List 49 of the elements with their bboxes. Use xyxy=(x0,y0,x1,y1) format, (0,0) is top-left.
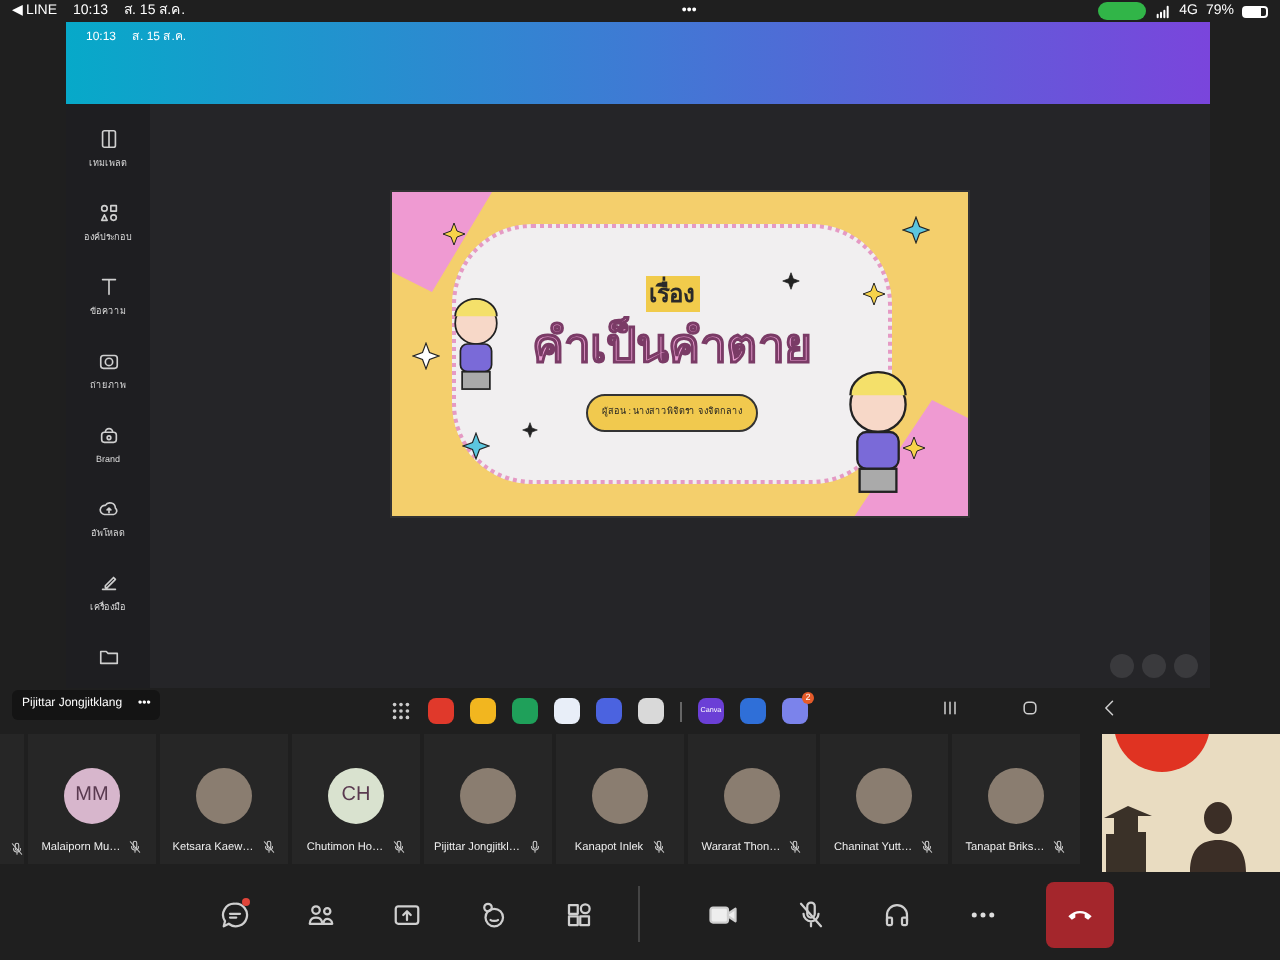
phone-icon xyxy=(1066,905,1094,922)
people-icon[interactable] xyxy=(306,899,336,929)
cloud-upload-icon[interactable] xyxy=(97,498,119,520)
avatar-circle xyxy=(196,767,252,824)
star-icon xyxy=(782,272,800,290)
app-icon[interactable] xyxy=(470,698,496,724)
signal-icon xyxy=(1153,3,1172,19)
mic-off-icon[interactable] xyxy=(796,899,826,929)
star-icon xyxy=(862,282,886,306)
text-icon[interactable] xyxy=(97,276,119,298)
app-icon[interactable] xyxy=(638,698,664,724)
star-icon xyxy=(522,422,538,438)
person-silhouette xyxy=(1190,802,1246,872)
headphones-icon[interactable] xyxy=(882,899,912,929)
star-icon xyxy=(902,216,930,244)
apps-icon[interactable] xyxy=(564,899,594,929)
hang-up-button[interactable] xyxy=(1046,881,1114,947)
corner-shape xyxy=(392,192,492,292)
slide-title: คำเป็นคำตาย xyxy=(532,320,812,379)
sun-shape xyxy=(1114,734,1210,772)
participant-tile[interactable] xyxy=(0,734,24,864)
share-screen-icon[interactable] xyxy=(392,899,422,929)
home-icon[interactable] xyxy=(1020,698,1040,718)
camera-icon[interactable] xyxy=(97,350,119,372)
star-icon xyxy=(442,222,466,246)
star-icon xyxy=(412,342,440,370)
avatar-circle xyxy=(856,767,912,824)
avatar-initials: MM xyxy=(64,767,120,824)
unread-dot xyxy=(242,897,250,905)
pen-icon[interactable] xyxy=(97,572,119,594)
smiley-icon[interactable] xyxy=(478,899,508,929)
avatar-circle xyxy=(460,767,516,824)
battery-icon xyxy=(1242,5,1268,17)
chat-icon[interactable] xyxy=(220,899,250,929)
avatar-circle xyxy=(724,767,780,824)
shapes-icon[interactable] xyxy=(97,202,119,224)
call-pill[interactable] xyxy=(1097,2,1146,20)
template-icon[interactable] xyxy=(97,128,119,150)
folder-icon[interactable] xyxy=(97,646,119,668)
app-icon[interactable] xyxy=(554,698,580,724)
star-icon xyxy=(902,436,926,460)
star-icon xyxy=(462,432,490,460)
slide-heading: เรื่อง xyxy=(645,276,699,313)
recents-icon[interactable] xyxy=(940,698,960,718)
avatar-circle xyxy=(592,767,648,824)
app-grid-icon[interactable] xyxy=(390,700,412,722)
avatar-initials: CH xyxy=(328,767,384,824)
avatar-circle xyxy=(988,767,1044,824)
bag-icon[interactable] xyxy=(97,424,119,446)
